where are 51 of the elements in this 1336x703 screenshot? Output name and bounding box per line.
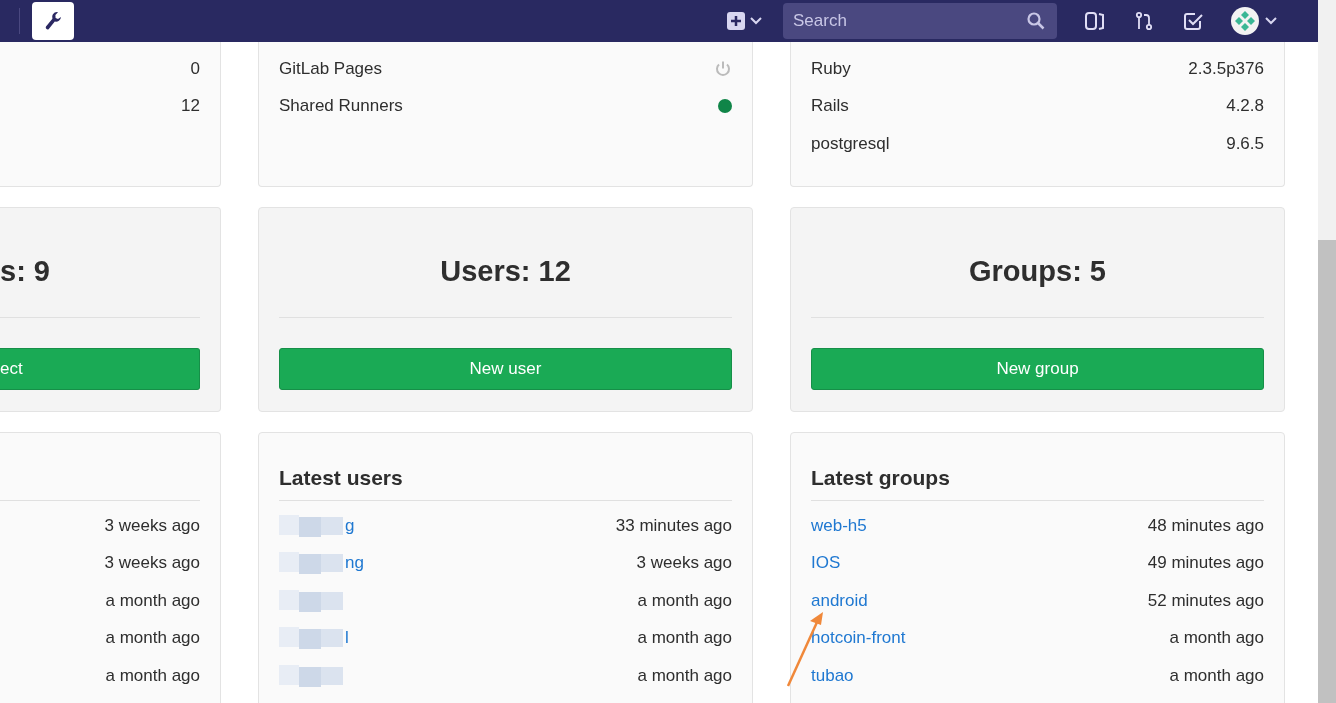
group-link[interactable]: tubao: [811, 665, 854, 686]
merge-request-icon[interactable]: [1133, 10, 1155, 32]
component-version: 4.2.8: [1226, 96, 1264, 117]
time-ago: 48 minutes ago: [1147, 515, 1264, 536]
time-ago: 49 minutes ago: [1147, 553, 1264, 574]
group-link[interactable]: web-h5: [811, 515, 867, 536]
scrollbar[interactable]: [1318, 0, 1336, 703]
user-link[interactable]: ng: [345, 553, 364, 574]
group-link[interactable]: android: [811, 590, 868, 611]
counter-title: s: 9: [0, 254, 51, 289]
counter-title: Groups: 5: [968, 254, 1107, 289]
time-ago: 3 weeks ago: [104, 515, 200, 536]
time-ago: a month ago: [1169, 665, 1264, 686]
time-ago: a month ago: [637, 590, 732, 611]
new-item-button[interactable]: New group: [811, 348, 1264, 390]
time-ago: a month ago: [105, 665, 200, 686]
new-item-button[interactable]: ect: [0, 348, 200, 390]
component-name: Rails: [811, 96, 849, 117]
time-ago: 3 weeks ago: [636, 553, 732, 574]
search-icon: [1027, 12, 1045, 30]
card-title: Latest groups: [811, 465, 951, 491]
time-ago: a month ago: [105, 628, 200, 649]
component-version: 9.6.5: [1226, 133, 1264, 154]
avatar-icon[interactable]: [1230, 6, 1280, 36]
sidebar-panel-icon[interactable]: [1084, 10, 1106, 32]
time-ago: a month ago: [1169, 628, 1264, 649]
todo-check-icon[interactable]: [1182, 10, 1204, 32]
scrollbar-thumb[interactable]: [1318, 240, 1336, 703]
time-ago: a month ago: [637, 665, 732, 686]
component-version: 2.3.5p376: [1188, 58, 1264, 79]
time-ago: 33 minutes ago: [615, 515, 732, 536]
counter-title: Users: 12: [439, 254, 572, 289]
search-field[interactable]: Search: [783, 3, 1057, 39]
component-name: Ruby: [811, 58, 851, 79]
feature-label: GitLab Pages: [279, 58, 382, 79]
time-ago: a month ago: [637, 628, 732, 649]
admin-wrench-icon[interactable]: [32, 2, 74, 40]
group-link[interactable]: IOS: [811, 553, 841, 574]
new-dropdown-icon[interactable]: [725, 10, 765, 32]
component-name: postgresql: [811, 133, 890, 154]
time-ago: a month ago: [105, 590, 200, 611]
stat-value: 12: [181, 96, 200, 117]
group-link[interactable]: hotcoin-front: [811, 628, 906, 649]
stat-value: 0: [190, 58, 200, 79]
user-link[interactable]: g: [345, 515, 355, 536]
card-title: Latest users: [279, 465, 404, 491]
time-ago: 3 weeks ago: [104, 553, 200, 574]
user-link[interactable]: l: [345, 628, 349, 649]
feature-label: Shared Runners: [279, 96, 403, 117]
time-ago: 52 minutes ago: [1147, 590, 1264, 611]
new-item-button[interactable]: New user: [279, 348, 732, 390]
